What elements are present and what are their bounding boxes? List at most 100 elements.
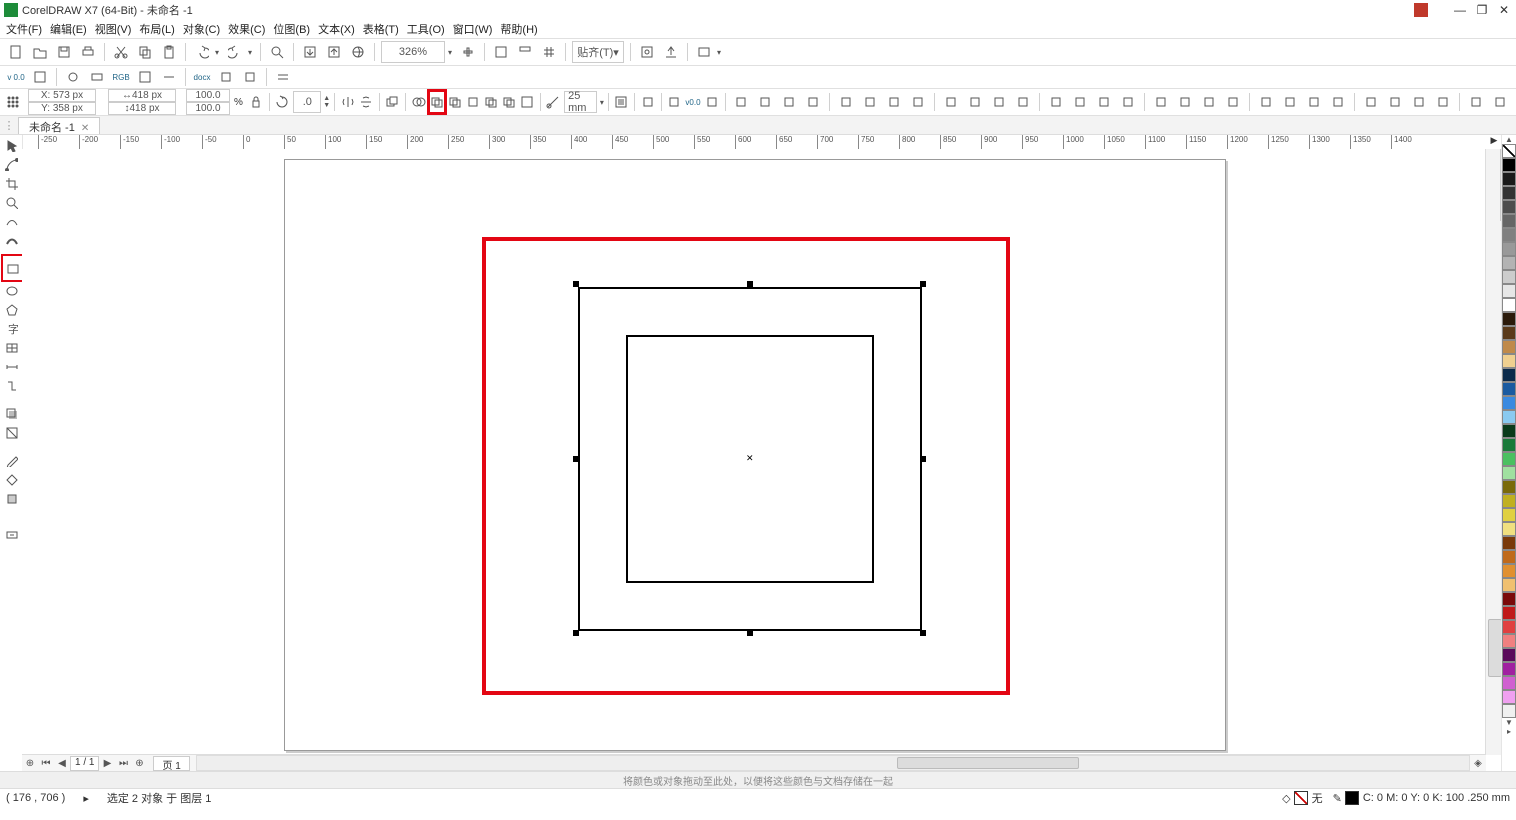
menu-effects[interactable]: 效果(C) <box>228 21 265 37</box>
extra-toolbar-button[interactable] <box>1094 92 1114 112</box>
redo-dropdown[interactable]: ▾ <box>248 48 256 57</box>
color-swatch[interactable] <box>1502 228 1516 242</box>
app-launcher-dropdown[interactable]: ▾ <box>717 48 725 57</box>
macro-btn-5[interactable] <box>159 67 179 87</box>
color-drop-hint-bar[interactable]: 将颜色或对象拖动至此处，以便将这些颜色与文档存储在一起 <box>0 771 1516 788</box>
scale-x-field[interactable]: 100.0 <box>186 89 230 102</box>
macro-btn-3[interactable] <box>87 67 107 87</box>
color-swatch[interactable] <box>1502 550 1516 564</box>
rotation-field[interactable]: .0 <box>293 91 321 113</box>
undo-dropdown[interactable]: ▾ <box>215 48 223 57</box>
extra-btn-1[interactable] <box>667 92 681 112</box>
notification-icon[interactable] <box>1414 3 1428 17</box>
macro-btn-8[interactable] <box>273 67 293 87</box>
color-swatch[interactable] <box>1502 368 1516 382</box>
cut-button[interactable] <box>111 42 131 62</box>
show-grid-button[interactable] <box>539 42 559 62</box>
color-swatch[interactable] <box>1502 578 1516 592</box>
color-swatch[interactable] <box>1502 704 1516 718</box>
intersect-button[interactable] <box>448 92 462 112</box>
color-swatch[interactable] <box>1502 298 1516 312</box>
color-swatch[interactable] <box>1502 214 1516 228</box>
palette-flyout[interactable]: ▸ <box>1502 727 1516 736</box>
color-swatch[interactable] <box>1502 690 1516 704</box>
color-swatch[interactable] <box>1502 270 1516 284</box>
back-minus-front-button[interactable] <box>502 92 516 112</box>
outline-indicator[interactable]: ✎ C: 0 M: 0 Y: 0 K: 100 .250 mm <box>1333 791 1510 805</box>
color-swatch[interactable] <box>1502 410 1516 424</box>
color-swatch[interactable] <box>1502 256 1516 270</box>
color-swatch[interactable] <box>1502 158 1516 172</box>
page-counter[interactable]: 1 / 1 <box>70 756 99 771</box>
macro-btn-2[interactable] <box>63 67 83 87</box>
freehand-tool[interactable] <box>1 212 21 230</box>
extra-toolbar-button[interactable] <box>1328 92 1348 112</box>
extra-toolbar-button[interactable] <box>1175 92 1195 112</box>
ellipse-tool[interactable] <box>1 281 21 299</box>
horizontal-scrollbar[interactable] <box>196 755 1470 771</box>
app-launcher-button[interactable] <box>694 42 714 62</box>
color-swatch[interactable] <box>1502 662 1516 676</box>
snap-dropdown[interactable]: 贴齐(T) ▾ <box>572 41 624 63</box>
palette-down[interactable]: ▼ <box>1502 718 1516 727</box>
boundary-button[interactable] <box>520 92 534 112</box>
palette-up[interactable]: ▲ <box>1502 135 1516 144</box>
color-swatch[interactable] <box>1502 326 1516 340</box>
selection-handle-w[interactable] <box>573 456 579 462</box>
color-swatch[interactable] <box>1502 452 1516 466</box>
horizontal-ruler[interactable]: -250-200-150-100-50050100150200250300350… <box>38 135 1486 150</box>
eyedropper-tool[interactable] <box>1 451 21 469</box>
outline-width-field[interactable]: 25 mm <box>564 91 597 113</box>
convert-to-curves-button[interactable] <box>641 92 655 112</box>
object-width-field[interactable]: ↔ 418 px <box>108 89 176 102</box>
extra-toolbar-button[interactable] <box>1433 92 1453 112</box>
to-front-button[interactable] <box>385 92 399 112</box>
mirror-h-button[interactable] <box>341 92 355 112</box>
pick-tool[interactable] <box>1 136 21 154</box>
menu-view[interactable]: 视图(V) <box>95 21 132 37</box>
extra-toolbar-button[interactable] <box>860 92 880 112</box>
page-next-button[interactable]: ▶ <box>99 758 115 769</box>
extra-toolbar-button[interactable] <box>779 92 799 112</box>
page-add-after-button[interactable]: ⊕ <box>131 758 147 769</box>
artistic-media-tool[interactable] <box>1 231 21 249</box>
drop-shadow-tool[interactable] <box>1 404 21 422</box>
menu-window[interactable]: 窗口(W) <box>453 21 493 37</box>
zoom-in-button[interactable] <box>458 42 478 62</box>
lock-ratio-button[interactable] <box>249 92 263 112</box>
extra-toolbar-button[interactable] <box>1409 92 1429 112</box>
quick-customize-button[interactable] <box>1 525 21 543</box>
macro-btn-4[interactable] <box>135 67 155 87</box>
trim-button[interactable] <box>430 92 444 112</box>
restore-button[interactable]: ❐ <box>1474 3 1490 17</box>
export-button[interactable] <box>324 42 344 62</box>
page-add-button[interactable]: ⊕ <box>22 758 38 769</box>
selection-handle-sw[interactable] <box>573 630 579 636</box>
import-button[interactable] <box>300 42 320 62</box>
options-button[interactable] <box>637 42 657 62</box>
color-swatch[interactable] <box>1502 354 1516 368</box>
color-swatch[interactable] <box>1502 508 1516 522</box>
no-color-swatch[interactable] <box>1502 144 1516 158</box>
color-swatch[interactable] <box>1502 620 1516 634</box>
selection-handle-ne[interactable] <box>920 281 926 287</box>
color-swatch[interactable] <box>1502 438 1516 452</box>
color-swatch[interactable] <box>1502 536 1516 550</box>
ruler-nav-right[interactable]: ▶ <box>1488 135 1500 149</box>
launch-button[interactable] <box>661 42 681 62</box>
show-rulers-button[interactable] <box>515 42 535 62</box>
color-swatch[interactable] <box>1502 564 1516 578</box>
extra-toolbar-button[interactable] <box>755 92 775 112</box>
color-swatch[interactable] <box>1502 284 1516 298</box>
color-swatch[interactable] <box>1502 676 1516 690</box>
text-tool[interactable]: 字 <box>1 319 21 337</box>
menu-table[interactable]: 表格(T) <box>363 21 399 37</box>
shape-tool[interactable] <box>1 155 21 173</box>
vertical-scrollbar[interactable] <box>1485 149 1502 755</box>
color-swatch[interactable] <box>1502 494 1516 508</box>
publish-button[interactable] <box>348 42 368 62</box>
save-button[interactable] <box>54 42 74 62</box>
selection-handle-se[interactable] <box>920 630 926 636</box>
vertical-ruler[interactable] <box>22 149 39 755</box>
extra-toolbar-button[interactable] <box>965 92 985 112</box>
